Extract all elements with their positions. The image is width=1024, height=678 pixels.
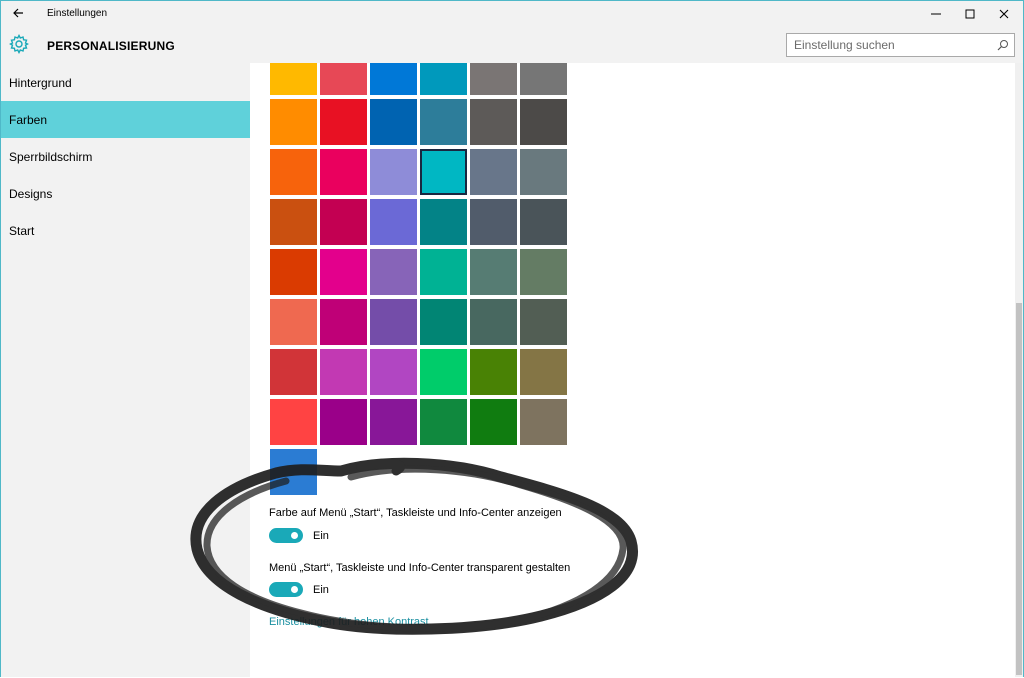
- show-color-state: Ein: [313, 530, 329, 542]
- search-icon[interactable]: [997, 39, 1009, 51]
- gear-icon: [9, 33, 29, 55]
- color-swatch[interactable]: [420, 199, 467, 245]
- color-swatch[interactable]: [370, 399, 417, 445]
- color-swatch[interactable]: [270, 349, 317, 395]
- color-swatch[interactable]: [320, 149, 367, 195]
- color-swatch[interactable]: [520, 249, 567, 295]
- color-swatch[interactable]: [420, 249, 467, 295]
- color-swatch[interactable]: [320, 249, 367, 295]
- color-swatch[interactable]: [370, 199, 417, 245]
- color-swatch[interactable]: [370, 99, 417, 145]
- color-swatch[interactable]: [320, 299, 367, 345]
- color-swatch[interactable]: [270, 399, 317, 445]
- color-swatch[interactable]: [470, 299, 517, 345]
- transparency-state: Ein: [313, 584, 329, 596]
- search-input[interactable]: [787, 35, 987, 55]
- color-swatch[interactable]: [420, 349, 467, 395]
- color-swatch[interactable]: [370, 249, 417, 295]
- color-swatch[interactable]: [420, 299, 467, 345]
- minimize-icon: [931, 13, 941, 14]
- color-swatch[interactable]: [420, 399, 467, 445]
- color-swatch[interactable]: [270, 299, 317, 345]
- close-button[interactable]: [981, 1, 1024, 26]
- sidebar-item-label: Start: [9, 223, 35, 238]
- color-swatch[interactable]: [370, 63, 417, 95]
- sidebar-item-sperrbildschirm[interactable]: Sperrbildschirm: [1, 138, 250, 175]
- color-swatch[interactable]: [320, 63, 367, 95]
- color-swatch[interactable]: [320, 99, 367, 145]
- color-swatch[interactable]: [270, 63, 317, 95]
- color-swatch[interactable]: [520, 299, 567, 345]
- maximize-icon: [965, 9, 975, 18]
- sidebar-item-label: Hintergrund: [9, 75, 72, 90]
- color-swatch[interactable]: [420, 99, 467, 145]
- color-swatch[interactable]: [470, 149, 517, 195]
- scrollbar[interactable]: [1015, 63, 1023, 677]
- back-arrow-icon[interactable]: [7, 4, 31, 22]
- color-swatch[interactable]: [320, 199, 367, 245]
- color-swatch[interactable]: [270, 99, 317, 145]
- color-swatch[interactable]: [420, 63, 467, 95]
- show-color-label: Farbe auf Menü „Start“, Taskleiste und I…: [269, 507, 562, 519]
- sidebar-item-label: Designs: [9, 186, 53, 201]
- sidebar-item-farben[interactable]: Farben: [1, 101, 250, 138]
- color-swatch[interactable]: [520, 99, 567, 145]
- color-swatch[interactable]: [520, 199, 567, 245]
- search-box[interactable]: [786, 33, 1015, 57]
- color-swatch[interactable]: [520, 399, 567, 445]
- color-swatch[interactable]: [370, 299, 417, 345]
- color-swatch[interactable]: [470, 399, 517, 445]
- app-title: Einstellungen: [47, 8, 108, 19]
- sidebar-item-designs[interactable]: Designs: [1, 175, 250, 212]
- sidebar: Hintergrund Farben Sperrbildschirm Desig…: [1, 63, 250, 677]
- color-swatch[interactable]: [520, 63, 567, 95]
- high-contrast-link[interactable]: Einstellungen für hohen Kontrast: [269, 616, 429, 628]
- color-swatch[interactable]: [320, 399, 367, 445]
- sidebar-item-label: Sperrbildschirm: [9, 149, 93, 164]
- color-swatch[interactable]: [470, 99, 517, 145]
- color-swatch[interactable]: [420, 149, 467, 195]
- transparency-toggle[interactable]: [269, 582, 303, 597]
- settings-window: Einstellungen PERSONALISIERUNG Einstellu…: [0, 0, 1024, 677]
- color-swatch[interactable]: [270, 199, 317, 245]
- color-swatch[interactable]: [470, 249, 517, 295]
- color-swatch[interactable]: [520, 149, 567, 195]
- sidebar-item-hintergrund[interactable]: Hintergrund: [1, 64, 250, 101]
- sidebar-item-label: Farben: [9, 112, 48, 127]
- color-swatch[interactable]: [470, 349, 517, 395]
- color-swatch[interactable]: [470, 199, 517, 245]
- color-swatch[interactable]: [470, 63, 517, 95]
- color-swatch[interactable]: [370, 349, 417, 395]
- toggle-knob: [291, 586, 298, 593]
- show-color-toggle[interactable]: [269, 528, 303, 543]
- close-icon: [999, 9, 1009, 18]
- transparency-label: Menü „Start“, Taskleiste und Info-Center…: [269, 562, 571, 574]
- page-header: PERSONALISIERUNG: [1, 26, 1023, 63]
- toggle-knob: [291, 532, 298, 539]
- color-swatch[interactable]: [370, 149, 417, 195]
- color-swatch[interactable]: [270, 149, 317, 195]
- color-swatch[interactable]: [520, 349, 567, 395]
- title-bar: Einstellungen: [1, 1, 1023, 26]
- color-swatch[interactable]: [270, 449, 317, 495]
- page-title: PERSONALISIERUNG: [47, 39, 175, 53]
- content-pane: [250, 63, 1015, 677]
- scrollbar-thumb[interactable]: [1016, 303, 1022, 675]
- sidebar-item-start[interactable]: Start: [1, 212, 250, 249]
- color-swatch[interactable]: [320, 349, 367, 395]
- color-swatch[interactable]: [270, 249, 317, 295]
